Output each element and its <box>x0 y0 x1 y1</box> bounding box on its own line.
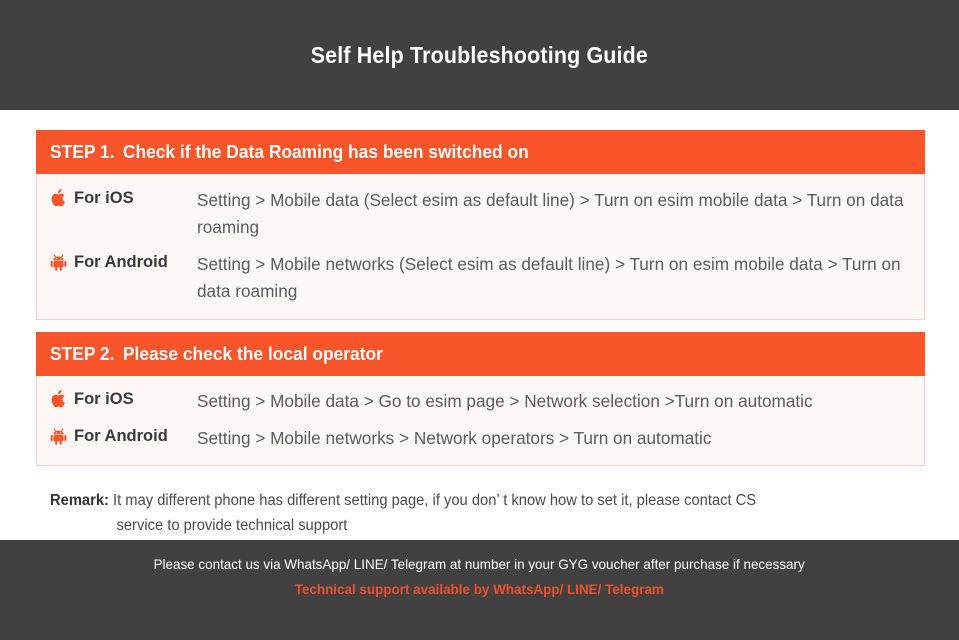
step-1-ios-platform: For iOS <box>74 189 134 207</box>
step-2-ios-platform: For iOS <box>74 390 134 408</box>
step-2-panel: For iOS Setting > Mobile data > Go to es… <box>36 376 925 466</box>
footer-support-text: Technical support available by WhatsApp/… <box>294 581 665 597</box>
step-2-label: STEP 2. <box>50 343 115 364</box>
remark-block: Remark: It may different phone has diffe… <box>50 488 881 538</box>
step-1-title: Check if the Data Roaming has been switc… <box>122 141 529 162</box>
apple-logo-icon <box>49 389 67 409</box>
step-block-1: STEP 1. Check if the Data Roaming has bee… <box>36 130 925 320</box>
step-2-android-platform: For Android <box>74 427 168 445</box>
step-2-ios-instructions: Setting > Mobile data > Go to esim page … <box>197 391 813 411</box>
footer-contact-text: Please contact us via WhatsApp/ LINE/ Te… <box>153 556 806 572</box>
step-2-android-label-group: For Android <box>49 425 197 446</box>
step-1-row-android: For Android Setting > Mobile networks (S… <box>49 248 914 308</box>
step-1-panel: For iOS Setting > Mobile data (Select es… <box>36 174 925 320</box>
step-1-android-instructions: Setting > Mobile networks (Select esim a… <box>197 254 901 301</box>
step-2-header-bar: STEP 2. Please check the local operator <box>36 332 925 376</box>
step-1-android-label-group: For Android <box>49 251 197 272</box>
apple-logo-icon <box>49 188 67 208</box>
step-spacer <box>36 320 925 332</box>
self-help-guide-page: Self Help Troubleshooting Guide STEP 1. C… <box>0 0 959 640</box>
step-1-ios-label-group: For iOS <box>49 187 197 208</box>
android-robot-icon <box>49 252 67 272</box>
page-title: Self Help Troubleshooting Guide <box>310 41 649 68</box>
step-1-android-platform: For Android <box>74 253 168 271</box>
step-2-ios-label-group: For iOS <box>49 388 197 409</box>
page-footer: Please contact us via WhatsApp/ LINE/ Te… <box>0 540 959 640</box>
remark-line-1: It may different phone has different set… <box>113 492 757 509</box>
step-2-title: Please check the local operator <box>122 343 383 364</box>
step-1-ios-instructions: Setting > Mobile data (Select esim as de… <box>197 190 904 237</box>
step-2-row-android: For Android Setting > Mobile networks > … <box>49 422 914 455</box>
remark-line-2: service to provide technical support <box>116 517 348 534</box>
step-1-label: STEP 1. <box>50 141 115 162</box>
remark-label: Remark: <box>50 492 109 509</box>
step-1-header-bar: STEP 1. Check if the Data Roaming has bee… <box>36 130 925 174</box>
step-2-header-text: STEP 2. Please check the local operator <box>50 343 383 365</box>
step-1-row-ios: For iOS Setting > Mobile data (Select es… <box>49 184 914 244</box>
step-2-android-instructions: Setting > Mobile networks > Network oper… <box>197 428 712 448</box>
step-1-header-text: STEP 1. Check if the Data Roaming has bee… <box>50 141 529 163</box>
step-block-2: STEP 2. Please check the local operator F… <box>36 332 925 466</box>
guide-body: STEP 1. Check if the Data Roaming has bee… <box>0 110 959 540</box>
android-robot-icon <box>49 426 67 446</box>
step-2-row-ios: For iOS Setting > Mobile data > Go to es… <box>49 385 914 418</box>
page-header: Self Help Troubleshooting Guide <box>0 0 959 110</box>
